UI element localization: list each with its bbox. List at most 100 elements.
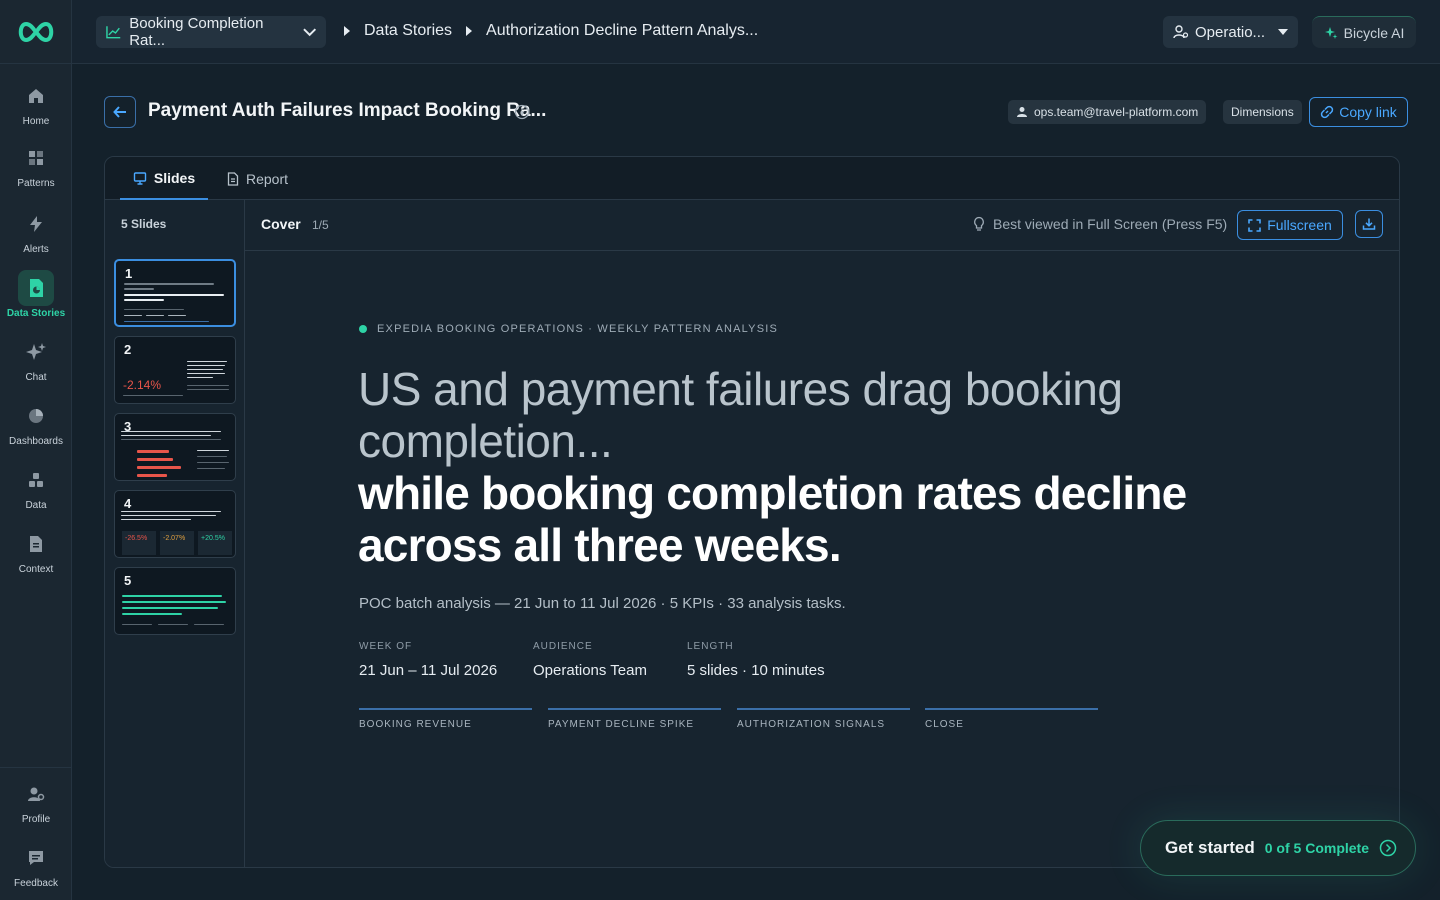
slide-thumbnails-panel: 5 Slides 1 2 -2.14% 3 4 -26.5% -2.07% +2… — [105, 200, 245, 867]
sidebar-item-data[interactable]: Data — [0, 462, 72, 511]
sidebar-item-patterns[interactable]: Patterns — [0, 140, 72, 189]
thumbnail-number: 1 — [125, 266, 133, 281]
app-logo[interactable] — [0, 0, 71, 64]
user-gear-icon — [1173, 25, 1189, 39]
expand-icon — [1248, 218, 1262, 232]
chevron-right-circle-icon — [1379, 839, 1397, 857]
breadcrumb-arrow-icon — [466, 26, 473, 36]
bicycle-ai-label: Bicycle AI — [1343, 24, 1405, 41]
sidebar-item-dashboards[interactable]: Dashboards — [0, 398, 72, 447]
slide-thumbnail-3[interactable]: 3 — [114, 413, 236, 481]
tab-report[interactable]: Report — [227, 157, 288, 200]
kpi-selector-label: Booking Completion Rat... — [129, 15, 264, 49]
section-booking-revenue[interactable]: BOOKING REVENUE — [359, 708, 532, 730]
bicycle-ai-button[interactable]: Bicycle AI — [1312, 16, 1416, 48]
download-icon — [1362, 218, 1376, 230]
slide-name: Cover — [261, 216, 301, 232]
slide-thumbnail-2[interactable]: 2 -2.14% — [114, 336, 236, 404]
slide-eyebrow: EXPEDIA BOOKING OPERATIONS · WEEKLY PATT… — [359, 323, 778, 335]
home-icon — [18, 78, 54, 114]
team-selector[interactable]: Operatio... — [1163, 16, 1298, 48]
document-icon — [227, 171, 239, 186]
tab-label: Slides — [153, 169, 196, 186]
sidebar-item-chat[interactable]: Chat — [0, 334, 72, 383]
sidebar-item-label: Feedback — [14, 878, 58, 889]
breadcrumb-arrow-icon — [344, 26, 350, 36]
lightning-icon — [18, 206, 54, 242]
thumbnail-number: 5 — [124, 573, 132, 588]
section-payment-decline-spike[interactable]: PAYMENT DECLINE SPIKE — [548, 708, 721, 730]
slide-count: 5 Slides — [121, 217, 167, 231]
meta-audience: AUDIENCE Operations Team — [533, 641, 647, 679]
sidebar-item-label: Data Stories — [6, 308, 66, 319]
data-cubes-icon — [18, 462, 54, 498]
slide-headline-bold: while booking completion rates decline a… — [358, 467, 1187, 571]
breadcrumb-data-stories[interactable]: Data Stories — [364, 22, 452, 40]
slide-thumbnail-1[interactable]: 1 — [114, 259, 236, 327]
meta-value: 21 Jun – 11 Jul 2026 — [359, 662, 498, 679]
view-tabs: Slides Report — [105, 157, 1399, 200]
arrow-left-icon — [113, 106, 126, 118]
slide-headline-light: US and payment failures drag booking com… — [358, 363, 1123, 467]
get-started-widget[interactable]: Get started 0 of 5 Complete — [1140, 820, 1416, 876]
sidebar-divider — [0, 767, 72, 768]
thumbnail-number: 4 — [124, 496, 132, 511]
slide-thumbnail-4[interactable]: 4 -26.5% -2.07% +20.5% — [114, 490, 236, 558]
copy-link-button[interactable]: Copy link — [1309, 97, 1408, 127]
download-button[interactable] — [1355, 210, 1383, 238]
meta-key: WEEK OF — [359, 641, 413, 652]
owner-chip: ops.team@travel-platform.com — [1008, 100, 1207, 124]
sidebar-item-profile[interactable]: Profile — [0, 776, 72, 825]
get-started-title: Get started — [1165, 838, 1255, 857]
page-title: Payment Auth Failures Impact Booking Ra.… — [148, 100, 547, 121]
thumbnail-metric: +20.5% — [201, 535, 225, 542]
thumbnail-metric: -2.14% — [123, 378, 162, 392]
sidebar-item-label: Dashboards — [9, 436, 63, 447]
kpi-selector[interactable]: Booking Completion Rat... — [96, 15, 326, 49]
chevron-down-icon — [302, 28, 316, 37]
sidebar-item-label: Chat — [25, 372, 47, 383]
feedback-icon — [18, 840, 54, 876]
fullscreen-hint-text: Best viewed in Full Screen (Press F5) — [993, 216, 1228, 232]
get-started-progress: 0 of 5 Complete — [1264, 840, 1369, 856]
pie-chart-icon — [18, 398, 54, 434]
link-icon — [1321, 105, 1334, 119]
info-icon[interactable] — [514, 104, 530, 125]
caret-down-icon — [1278, 29, 1288, 35]
team-selector-label: Operatio... — [1195, 23, 1266, 41]
fullscreen-hint: Best viewed in Full Screen (Press F5) — [973, 216, 1227, 232]
line-chart-icon — [106, 26, 121, 39]
sidebar-item-label: Context — [18, 564, 54, 575]
tab-label: Report — [246, 170, 289, 187]
sidebar-item-home[interactable]: Home — [0, 78, 72, 127]
fullscreen-button[interactable]: Fullscreen — [1237, 210, 1343, 240]
sparkle-icon — [18, 334, 54, 370]
user-icon — [1017, 107, 1027, 117]
sidebar-item-label: Data — [25, 500, 47, 511]
sidebar-item-alerts[interactable]: Alerts — [0, 206, 72, 255]
meta-length: LENGTH 5 slides · 10 minutes — [687, 641, 825, 679]
meta-value: 5 slides · 10 minutes — [687, 662, 825, 679]
data-stories-icon — [18, 270, 54, 306]
slide-canvas: EXPEDIA BOOKING OPERATIONS · WEEKLY PATT… — [245, 251, 1399, 867]
breadcrumb-current[interactable]: Authorization Decline Pattern Analys... — [486, 22, 758, 40]
slide-position: 1/5 — [312, 218, 329, 232]
slide-header: Cover 1/5 Best viewed in Full Screen (Pr… — [245, 200, 1399, 251]
slide-thumbnail-5[interactable]: 5 — [114, 567, 236, 635]
back-button[interactable] — [104, 96, 136, 128]
infinity-logo-icon — [18, 21, 53, 42]
fullscreen-label: Fullscreen — [1267, 217, 1332, 233]
thumbnail-metric: -26.5% — [125, 535, 148, 542]
sidebar-item-context[interactable]: Context — [0, 526, 72, 575]
dimensions-chip[interactable]: Dimensions — [1223, 100, 1302, 124]
meta-key: AUDIENCE — [533, 641, 593, 652]
sparkle-icon — [1324, 26, 1338, 39]
sidebar: Home Patterns Alerts Data Stories Chat D… — [0, 0, 72, 900]
document-icon — [18, 526, 54, 562]
section-authorization-signals[interactable]: AUTHORIZATION SIGNALS — [737, 708, 910, 730]
sidebar-item-data-stories[interactable]: Data Stories — [0, 270, 72, 319]
sidebar-item-feedback[interactable]: Feedback — [0, 840, 72, 889]
sidebar-item-label: Home — [22, 116, 50, 127]
section-close[interactable]: CLOSE — [925, 708, 1098, 730]
tab-slides[interactable]: Slides — [120, 157, 208, 200]
